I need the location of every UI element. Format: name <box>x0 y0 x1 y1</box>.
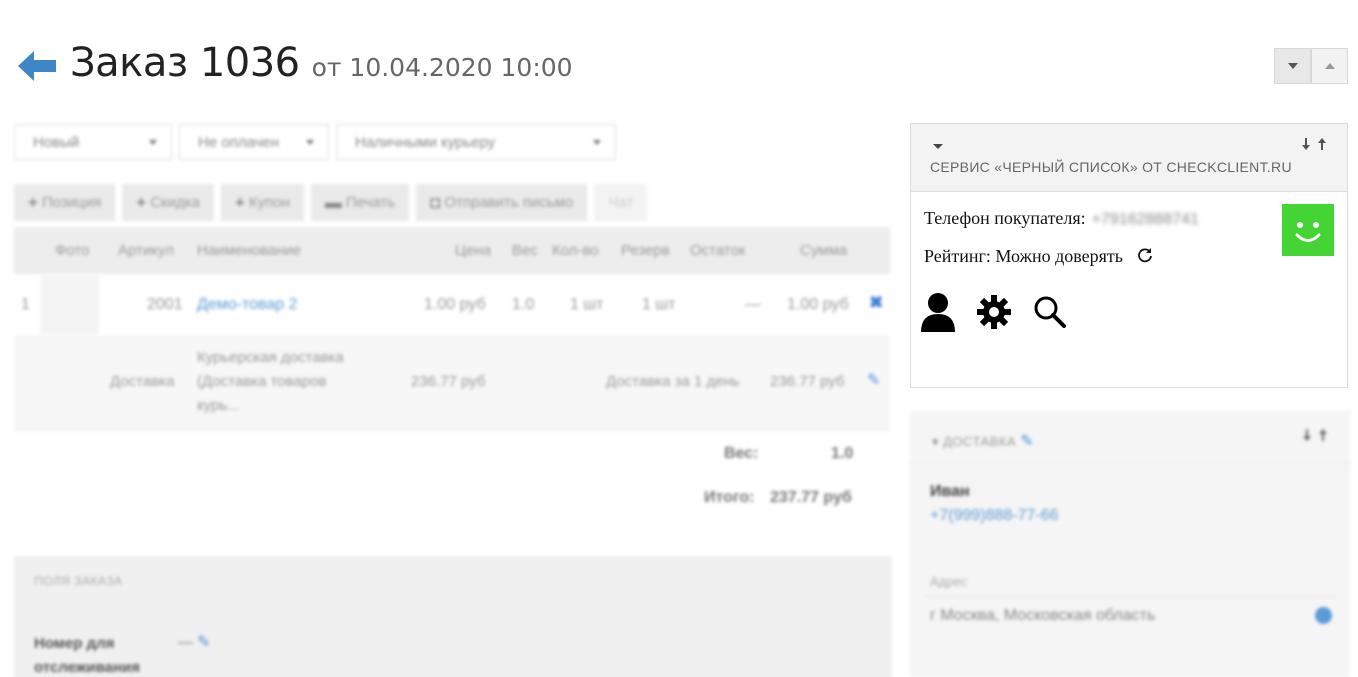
item-price: 1.00 руб <box>424 296 486 313</box>
user-icon[interactable] <box>921 292 955 332</box>
item-reserve: 1 шт <box>642 296 676 313</box>
item-article: 2001 <box>147 296 183 313</box>
divider <box>924 596 1336 597</box>
column-header: Наименование <box>197 242 301 259</box>
expand-all-button[interactable] <box>1311 48 1348 84</box>
total-value: 237.77 руб <box>770 489 852 506</box>
total-label: Итого: <box>704 489 755 506</box>
item-sum: 1.00 руб <box>787 296 849 313</box>
delivery-sum: 236.77 руб <box>770 373 845 390</box>
widget-header: СЕРВИС «ЧЕРНЫЙ СПИСОК» ОТ CHECKCLIENT.RU <box>911 124 1347 192</box>
total-weight-label: Вес: <box>724 445 759 462</box>
add-discount-button[interactable]: + Скидка <box>122 184 214 221</box>
plus-icon: + <box>136 192 147 212</box>
tracking-label: Номер для отслеживания <box>34 635 141 676</box>
collapse-all-button[interactable] <box>1274 48 1311 84</box>
edit-icon[interactable]: ✎ <box>1020 433 1034 450</box>
rating-text: Рейтинг: Можно доверять <box>924 246 1123 266</box>
recipient-phone-link[interactable]: +7(999)888-77-66 <box>930 507 1059 525</box>
item-quantity[interactable]: 1 шт <box>570 296 604 314</box>
delivery-header: ▾ ДОСТАВКА ✎ <box>910 411 1350 463</box>
order-selects: Новый Не оплачен Наличными курьеру <box>14 124 892 160</box>
move-arrows-icon[interactable] <box>1302 429 1328 444</box>
chat-button[interactable]: Чат <box>594 184 648 221</box>
widget-body: Телефон покупателя: +79162888741 Рейтинг:… <box>911 192 1347 387</box>
delivery-name: Курьерская доставка <box>197 349 344 366</box>
add-coupon-button[interactable]: + Купон <box>220 184 304 221</box>
plus-icon: + <box>28 192 38 212</box>
table-row: 1 2001 Демо-товар 2 1.00 руб 1.0 1 шт 1 … <box>14 274 890 337</box>
row-number: 1 <box>21 296 30 313</box>
delivery-title: ▾ ДОСТАВКА ✎ <box>932 433 1035 450</box>
caret-icon <box>593 139 601 145</box>
delivery-row: Доставка Курьерская доставка (Доставка т… <box>14 337 890 431</box>
column-header: Артикул <box>118 242 174 259</box>
column-header: Сумма <box>800 242 848 259</box>
gear-icon[interactable] <box>977 295 1011 329</box>
column-header: Кол-во <box>552 242 599 259</box>
rating-row: Рейтинг: Можно доверять <box>924 246 1153 267</box>
payment-status-select[interactable]: Не оплачен <box>179 124 329 160</box>
remove-item-icon[interactable]: ✖ <box>869 293 883 313</box>
order-date: от 10.04.2020 10:00 <box>311 53 573 82</box>
item-stock: — <box>745 296 761 313</box>
rating-smile-icon <box>1282 204 1334 256</box>
order-fields-panel: ПОЛЯ ЗАКАЗА Номер для отслеживания — ✎ <box>14 556 892 677</box>
delivery-label: Доставка <box>110 373 175 390</box>
column-header: Цена <box>455 242 492 259</box>
send-email-button[interactable]: ◘ Отправить письмо <box>416 184 588 221</box>
chevron-up-icon <box>1324 63 1335 69</box>
service-icons <box>921 292 1067 332</box>
column-header: Резерв <box>621 242 670 259</box>
blacklist-widget: СЕРВИС «ЧЕРНЫЙ СПИСОК» ОТ CHECKCLIENT.RU… <box>910 123 1348 388</box>
page-title: Заказ 1036 <box>70 40 300 86</box>
status-select[interactable]: Новый <box>14 124 172 160</box>
column-header: Остаток <box>690 242 746 259</box>
search-icon[interactable] <box>1033 295 1067 329</box>
refresh-icon[interactable] <box>1137 247 1153 263</box>
collapse-triangle-icon[interactable] <box>933 144 943 149</box>
caret-icon <box>149 139 157 145</box>
printer-icon: ▬ <box>324 192 342 212</box>
total-weight-value: 1.0 <box>831 445 854 462</box>
column-header: Фото <box>55 242 90 259</box>
delivery-panel: ▾ ДОСТАВКА ✎ Иван +7(999)888-77-66 Адрес… <box>910 411 1350 677</box>
add-position-button[interactable]: + Позиция <box>14 184 116 221</box>
bell-icon: ◘ <box>430 192 441 212</box>
delivery-name: (Доставка товаров <box>197 373 327 390</box>
tracking-value[interactable]: — ✎ <box>178 632 211 652</box>
delivery-address: г Москва, Московская область <box>930 607 1156 624</box>
edit-delivery-icon[interactable]: ✎ <box>867 370 880 390</box>
chevron-down-icon <box>1287 63 1298 69</box>
back-arrow-icon[interactable] <box>18 51 56 81</box>
order-main-panel: Новый Не оплачен Наличными курьеру + Пози… <box>14 118 892 677</box>
plus-icon: + <box>234 192 245 212</box>
collapse-controls <box>1274 48 1348 84</box>
address-label: Адрес <box>930 574 968 589</box>
edit-icon[interactable]: ✎ <box>197 634 210 651</box>
order-totals: Вес: 1.0 Итого: 237.77 руб <box>14 431 890 541</box>
delivery-price: 236.77 руб <box>411 373 486 390</box>
panel-title: ПОЛЯ ЗАКАЗА <box>34 574 123 588</box>
product-photo <box>41 276 99 334</box>
delivery-term: Доставка за 1 день <box>606 373 740 390</box>
move-arrows-icon[interactable] <box>1301 138 1327 153</box>
column-header: Вес <box>512 242 538 259</box>
order-toolbar: + Позиция + Скидка + Купон ▬ Печать ◘ Отправи… <box>14 184 892 221</box>
item-name-link[interactable]: Демо-товар 2 <box>197 296 297 314</box>
recipient-name: Иван <box>930 483 970 500</box>
phone-row: Телефон покупателя: +79162888741 <box>924 208 1199 228</box>
payment-method-select[interactable]: Наличными курьеру <box>336 124 616 160</box>
globe-icon[interactable] <box>1315 607 1332 624</box>
print-button[interactable]: ▬ Печать <box>310 184 410 221</box>
table-header: Фото Артикул Наименование Цена Вес Кол-в… <box>14 227 890 274</box>
order-items-table: Фото Артикул Наименование Цена Вес Кол-в… <box>14 227 890 541</box>
page-header: Заказ 1036 от 10.04.2020 10:00 <box>18 40 573 100</box>
phone-value: +79162888741 <box>1091 211 1199 228</box>
caret-icon <box>306 139 314 145</box>
item-weight: 1.0 <box>512 296 535 313</box>
widget-title: СЕРВИС «ЧЕРНЫЙ СПИСОК» ОТ CHECKCLIENT.RU <box>930 159 1292 175</box>
delivery-name: курь... <box>197 397 240 414</box>
